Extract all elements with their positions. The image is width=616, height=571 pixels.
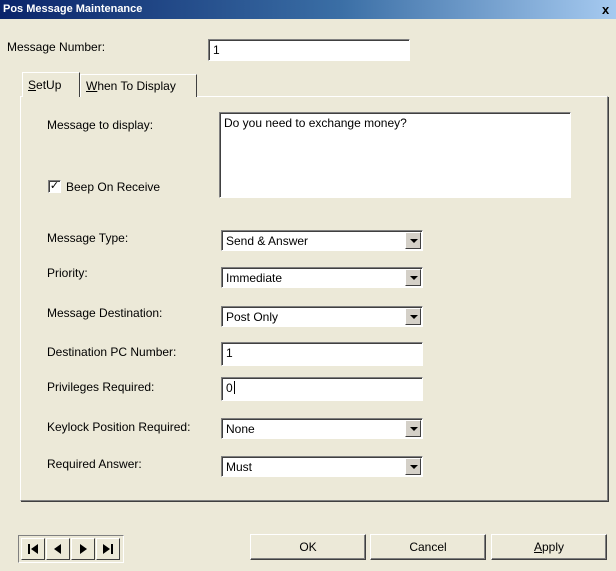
chevron-down-icon[interactable] [405, 420, 421, 437]
destination-pc-value: 1 [226, 346, 233, 360]
required-answer-select[interactable]: Must [221, 456, 423, 477]
required-answer-label: Required Answer: [47, 457, 142, 471]
message-destination-select[interactable]: Post Only [221, 306, 423, 327]
privileges-field[interactable]: 0 [221, 377, 423, 401]
apply-label: pply [542, 540, 565, 554]
privileges-label: Privileges Required: [47, 380, 155, 394]
chevron-down-icon[interactable] [405, 269, 421, 286]
message-type-value: Send & Answer [226, 234, 309, 248]
message-number-field[interactable]: 1 [208, 39, 410, 61]
message-number-value: 1 [213, 43, 220, 57]
tab-when-to-display-mnemonic: W [86, 79, 98, 93]
required-answer-value: Must [226, 460, 253, 474]
message-number-label: Message Number: [7, 40, 106, 54]
last-record-icon [103, 544, 113, 554]
chevron-down-icon[interactable] [405, 308, 421, 325]
privileges-value: 0 [226, 381, 233, 395]
previous-record-button[interactable] [46, 538, 70, 560]
priority-label: Priority: [47, 266, 88, 280]
priority-value: Immediate [226, 271, 283, 285]
last-record-button[interactable] [96, 538, 120, 560]
next-record-icon [80, 544, 87, 554]
destination-pc-label: Destination PC Number: [47, 345, 177, 359]
keylock-select[interactable]: None [221, 418, 423, 439]
first-record-button[interactable] [21, 538, 45, 560]
record-navigator [18, 535, 124, 563]
beep-on-receive-label: Beep On Receive [66, 180, 161, 194]
keylock-value: None [226, 422, 255, 436]
tab-setup[interactable]: SetUp [22, 72, 80, 97]
chevron-down-icon[interactable] [405, 458, 421, 475]
close-icon[interactable]: x [602, 0, 616, 19]
message-type-label: Message Type: [47, 231, 129, 245]
title-bar: Pos Message Maintenance x [0, 0, 616, 19]
first-record-icon [28, 544, 38, 554]
previous-record-icon [54, 544, 61, 554]
ok-button[interactable]: OK [250, 534, 366, 560]
message-to-display-field[interactable]: Do you need to exchange money? [219, 112, 571, 198]
apply-button[interactable]: Apply [491, 534, 607, 560]
message-to-display-value: Do you need to exchange money? [224, 116, 407, 130]
destination-pc-field[interactable]: 1 [221, 342, 423, 366]
tab-when-to-display[interactable]: When To Display [80, 74, 197, 97]
apply-mnemonic: A [533, 540, 542, 554]
window-title: Pos Message Maintenance [3, 3, 143, 15]
keylock-label: Keylock Position Required: [47, 420, 191, 434]
priority-select[interactable]: Immediate [221, 267, 423, 288]
text-cursor [233, 381, 235, 394]
beep-on-receive-checkbox[interactable]: ✓ [48, 180, 61, 193]
cancel-button[interactable]: Cancel [370, 534, 486, 560]
tab-setup-label: etUp [36, 78, 62, 92]
chevron-down-icon[interactable] [405, 232, 421, 249]
message-type-select[interactable]: Send & Answer [221, 230, 423, 251]
tab-setup-mnemonic: S [28, 78, 37, 92]
message-destination-value: Post Only [226, 310, 279, 324]
message-to-display-label: Message to display: [47, 118, 154, 132]
message-destination-label: Message Destination: [47, 306, 163, 320]
check-icon: ✓ [49, 180, 60, 192]
next-record-button[interactable] [71, 538, 95, 560]
tab-when-to-display-label: hen To Display [97, 79, 176, 93]
